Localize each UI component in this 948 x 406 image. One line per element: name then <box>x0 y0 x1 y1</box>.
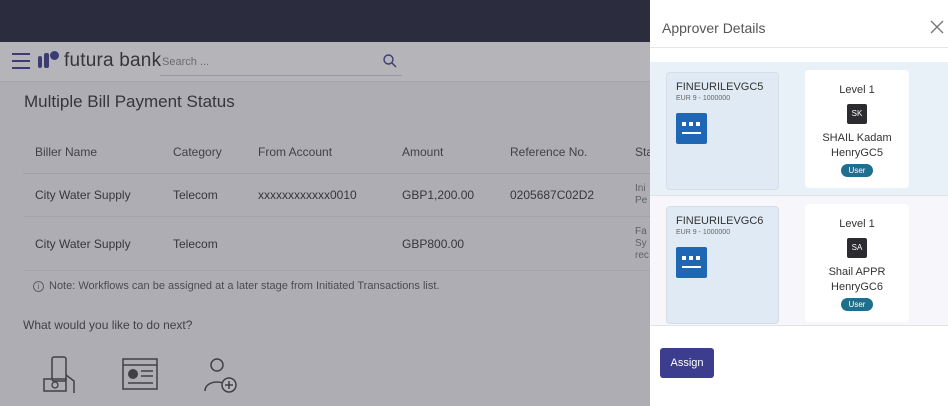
avatar: SK <box>847 104 867 124</box>
divider <box>650 47 948 48</box>
account-sub: EUR 9 - 1000000 <box>676 229 731 236</box>
approval-level: Level 1 <box>839 84 875 96</box>
account-icon <box>676 247 707 278</box>
approver-name: SHAIL Kadam <box>822 132 892 144</box>
account-name: FINEURILEVGC5 <box>676 81 764 93</box>
modal-overlay[interactable] <box>0 0 650 406</box>
account-card: FINEURILEVGC5 EUR 9 - 1000000 <box>666 72 779 190</box>
assign-button[interactable]: Assign <box>660 348 714 378</box>
approver-card: Level 1 SA Shail APPR HenryGC6 User <box>805 204 909 322</box>
role-badge: User <box>840 164 874 177</box>
account-card: FINEURILEVGC6 EUR 9 - 1000000 <box>666 206 779 324</box>
role-badge: User <box>840 298 874 311</box>
approver-name: Shail APPR <box>828 266 886 278</box>
approver-id: HenryGC6 <box>831 281 883 293</box>
approver-id: HenryGC5 <box>831 147 883 159</box>
approver-card: Level 1 SK SHAIL Kadam HenryGC5 User <box>805 70 909 188</box>
panel-title: Approver Details <box>662 20 766 36</box>
approval-level: Level 1 <box>839 218 875 230</box>
approver-row: FINEURILEVGC6 EUR 9 - 1000000 Level 1 SA… <box>650 196 948 326</box>
close-icon[interactable] <box>930 20 944 34</box>
avatar: SA <box>847 238 867 258</box>
account-sub: EUR 9 - 1000000 <box>676 95 731 102</box>
approver-details-panel: Approver Details FINEURILEVGC5 EUR 9 - 1… <box>650 0 948 406</box>
approver-row: FINEURILEVGC5 EUR 9 - 1000000 Level 1 SK… <box>650 62 948 196</box>
account-icon <box>676 113 707 144</box>
account-name: FINEURILEVGC6 <box>676 215 764 227</box>
